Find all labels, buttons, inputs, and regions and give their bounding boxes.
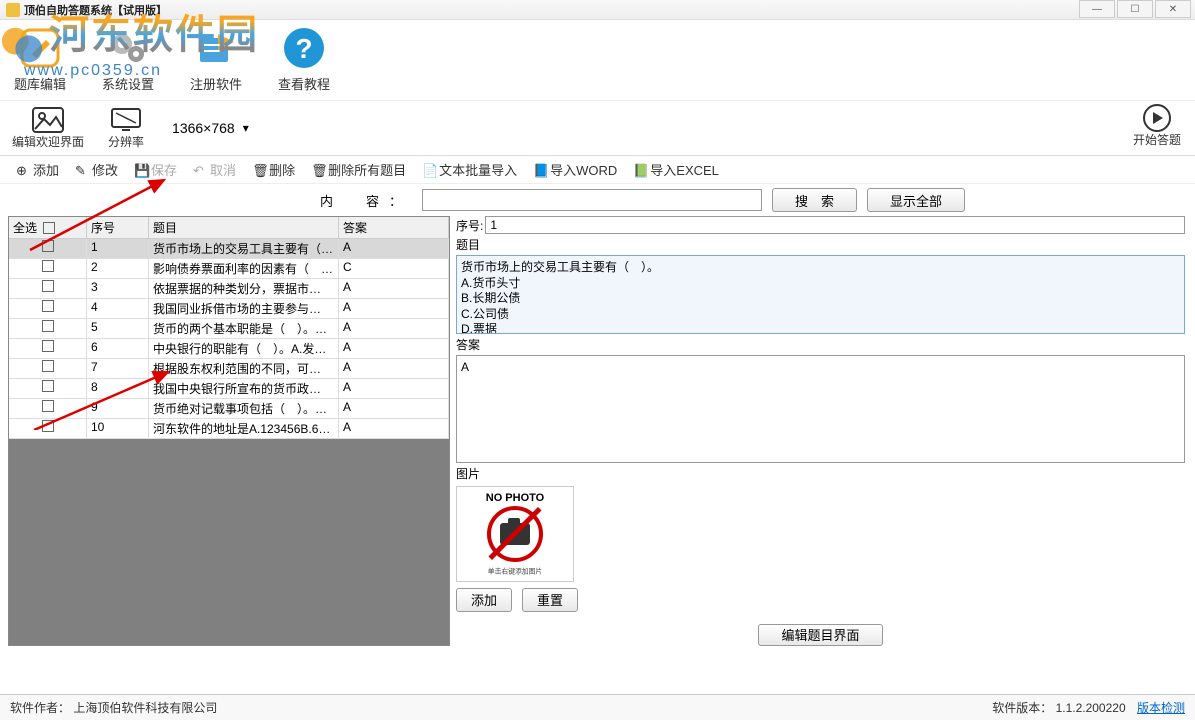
image-icon (32, 107, 64, 133)
topic-label: 题目 (456, 236, 1185, 253)
row-checkbox[interactable] (42, 240, 54, 252)
help-icon: ? (280, 24, 328, 72)
table-row[interactable]: 8我国中央银行所宣布的货币政…A (9, 379, 449, 399)
search-button[interactable]: 搜 索 (772, 188, 857, 212)
author-value: 上海顶伯软件科技有限公司 (73, 701, 217, 715)
table-header: 全选 序号 题目 答案 (9, 217, 449, 239)
window-title: 顶伯自助答题系统【试用版】 (24, 2, 167, 18)
monitor-icon (110, 107, 142, 133)
table-row[interactable]: 10河东软件的地址是A.123456B.6…A (9, 419, 449, 439)
pic-label: 图片 (456, 465, 1185, 482)
no-camera-icon (487, 506, 543, 562)
pic-add-button[interactable]: 添加 (456, 588, 512, 612)
sub-toolbar: 编辑欢迎界面 分辨率 1366×768 ▾ 开始答题 (0, 100, 1195, 156)
action-bar: ⊕添加 ✎修改 💾保存 ↶取消 🗑删除 🗑删除所有题目 📄文本批量导入 📘导入W… (0, 156, 1195, 184)
table-row[interactable]: 9货币绝对记载事项包括（ ）。…A (9, 399, 449, 419)
svg-text:?: ? (295, 33, 312, 64)
row-checkbox[interactable] (42, 420, 54, 432)
answer-textarea[interactable]: A (456, 355, 1185, 463)
maximize-button[interactable]: ☐ (1117, 0, 1153, 18)
detail-panel: 序号: 题目 货币市场上的交易工具主要有（ ）。 A.货币头寸 B.长期公债 C… (450, 216, 1195, 646)
search-input[interactable] (422, 189, 762, 211)
app-icon (6, 3, 20, 17)
delete-all-button[interactable]: 🗑删除所有题目 (305, 158, 412, 181)
cancel-button[interactable]: ↶取消 (187, 158, 242, 181)
show-all-button[interactable]: 显示全部 (867, 188, 965, 212)
import-text-button[interactable]: 📄文本批量导入 (416, 158, 523, 181)
edit-question-ui-button[interactable]: 编辑题目界面 (758, 624, 882, 646)
no-photo-label: NO PHOTO (486, 492, 544, 504)
content-area: 全选 序号 题目 答案 1货币市场上的交易工具主要有（…A2影响债券票面利率的因… (0, 216, 1195, 646)
table-row[interactable]: 3依据票据的种类划分，票据市…A (9, 279, 449, 299)
resolution-button[interactable]: 分辨率 (108, 107, 144, 150)
col-topic[interactable]: 题目 (149, 217, 339, 238)
chevron-down-icon: ▾ (243, 121, 249, 135)
table-row[interactable]: 2影响债券票面利率的因素有（ …C (9, 259, 449, 279)
trash-icon: 🗑 (311, 163, 325, 177)
register-icon (192, 24, 240, 72)
delete-button[interactable]: 🗑删除 (246, 158, 301, 181)
save-icon: 💾 (134, 163, 148, 177)
search-bar: 内 容： 搜 索 显示全部 (0, 184, 1195, 216)
undo-icon: ↶ (193, 163, 207, 177)
pic-reset-button[interactable]: 重置 (522, 588, 578, 612)
topic-textarea[interactable]: 货币市场上的交易工具主要有（ ）。 A.货币头寸 B.长期公债 C.公司债 D.… (456, 255, 1185, 334)
resolution-select[interactable]: 1366×768 ▾ (168, 118, 249, 138)
save-button[interactable]: 💾保存 (128, 158, 183, 181)
import-excel-button[interactable]: 📗导入EXCEL (627, 158, 725, 181)
table-row[interactable]: 5货币的两个基本职能是（ ）。…A (9, 319, 449, 339)
excel-icon: 📗 (633, 163, 647, 177)
plus-icon: ⊕ (16, 163, 30, 177)
tab-register[interactable]: 注册软件 (186, 24, 246, 100)
table-row[interactable]: 7根据股东权利范围的不同，可…A (9, 359, 449, 379)
tab-tutorial[interactable]: ? 查看教程 (274, 24, 334, 100)
tab-system-settings[interactable]: 系统设置 (98, 24, 158, 100)
author-label: 软件作者： (10, 701, 70, 715)
table-row[interactable]: 1货币市场上的交易工具主要有（…A (9, 239, 449, 259)
row-checkbox[interactable] (42, 400, 54, 412)
close-button[interactable]: ✕ (1155, 0, 1191, 18)
gear-icon (104, 24, 152, 72)
trash-icon: 🗑 (252, 163, 266, 177)
edit-welcome-button[interactable]: 编辑欢迎界面 (12, 107, 84, 150)
table-row[interactable]: 6中央银行的职能有（ ）。A.发…A (9, 339, 449, 359)
add-button[interactable]: ⊕添加 (10, 158, 65, 181)
tab-question-bank[interactable]: 题库编辑 (10, 24, 70, 100)
document-icon: 📄 (422, 163, 436, 177)
pencil-icon: ✎ (75, 163, 89, 177)
word-icon: 📘 (533, 163, 547, 177)
version-value: 1.1.2.200220 (1056, 701, 1126, 715)
row-checkbox[interactable] (42, 360, 54, 372)
row-checkbox[interactable] (42, 300, 54, 312)
question-table: 全选 序号 题目 答案 1货币市场上的交易工具主要有（…A2影响债券票面利率的因… (8, 216, 450, 646)
main-toolbar: 题库编辑 系统设置 注册软件 ? 查看教程 (0, 20, 1195, 100)
window-controls: — ☐ ✕ (1077, 0, 1191, 18)
answer-label: 答案 (456, 336, 1185, 353)
version-label: 软件版本： (992, 701, 1052, 715)
version-check-link[interactable]: 版本检测 (1137, 701, 1185, 715)
row-checkbox[interactable] (42, 380, 54, 392)
status-bar: 软件作者： 上海顶伯软件科技有限公司 软件版本： 1.1.2.200220 版本… (0, 694, 1195, 720)
start-answer-button[interactable]: 开始答题 (1133, 105, 1181, 148)
picture-placeholder[interactable]: NO PHOTO 单击右键添加图片 (456, 486, 574, 582)
minimize-button[interactable]: — (1079, 0, 1115, 18)
edit-button[interactable]: ✎修改 (69, 158, 124, 181)
play-icon (1141, 105, 1173, 131)
col-select-all[interactable]: 全选 (9, 217, 87, 238)
pic-hint: 单击右键添加图片 (488, 567, 542, 576)
title-bar: 顶伯自助答题系统【试用版】 — ☐ ✕ (0, 0, 1195, 20)
row-checkbox[interactable] (42, 280, 54, 292)
seq-label: 序号: (456, 217, 483, 234)
table-row[interactable]: 4我国同业拆借市场的主要参与…A (9, 299, 449, 319)
col-answer[interactable]: 答案 (339, 217, 449, 238)
search-label: 内 容： (320, 191, 412, 210)
edit-icon (16, 24, 64, 72)
col-seq[interactable]: 序号 (87, 217, 149, 238)
row-checkbox[interactable] (42, 340, 54, 352)
import-word-button[interactable]: 📘导入WORD (527, 158, 623, 181)
row-checkbox[interactable] (42, 260, 54, 272)
table-body: 1货币市场上的交易工具主要有（…A2影响债券票面利率的因素有（ …C3依据票据的… (9, 239, 449, 439)
row-checkbox[interactable] (42, 320, 54, 332)
seq-input[interactable] (485, 216, 1185, 234)
